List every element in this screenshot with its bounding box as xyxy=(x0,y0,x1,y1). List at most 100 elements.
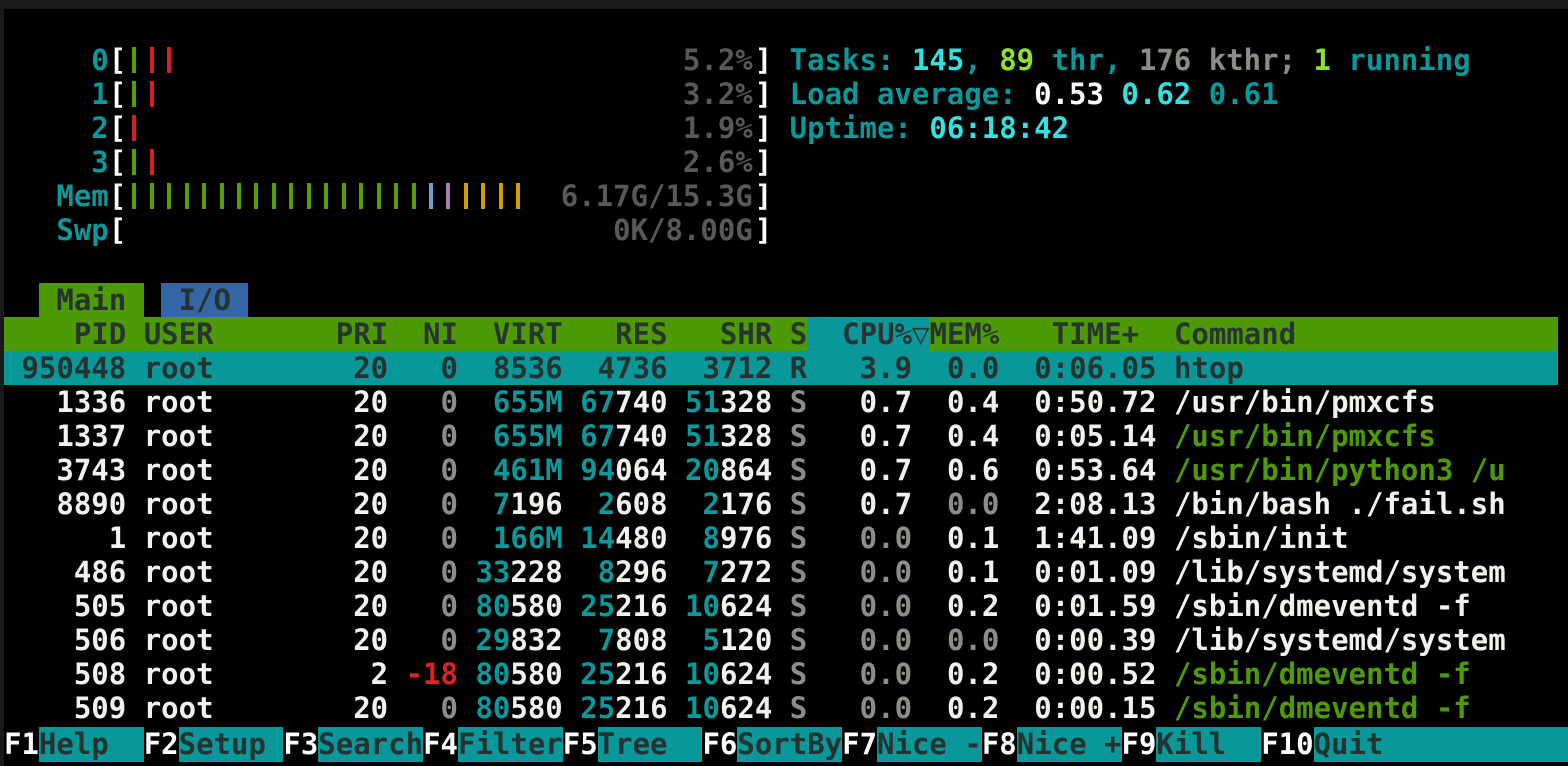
tab-gap xyxy=(144,283,161,317)
function-label-search[interactable]: Search xyxy=(318,727,423,762)
function-label-setup[interactable]: Setup xyxy=(179,727,284,762)
meter-bar-area: 2.6% xyxy=(126,145,755,179)
priority-cell: 20 xyxy=(318,351,388,385)
function-label-filter[interactable]: Filter xyxy=(458,727,563,762)
header-virt[interactable]: VIRT xyxy=(475,317,562,351)
function-key-f7[interactable]: F7 xyxy=(842,727,877,762)
meter-bar-area: 0K/8.00G xyxy=(126,213,755,247)
process-row[interactable]: 1337 root 20 0 655M 67740 51328 S 0.7 0.… xyxy=(4,419,1558,453)
virt-cell: 8 xyxy=(475,351,510,385)
priority-cell: 20 xyxy=(318,691,388,725)
virt-cell: 33 xyxy=(475,555,510,589)
meter-bar xyxy=(167,183,171,209)
function-key-f2[interactable]: F2 xyxy=(144,727,179,762)
meter-label: 2 xyxy=(4,111,109,145)
process-row[interactable]: 8890 root 20 0 7196 2608 2176 S 0.7 0.0 … xyxy=(4,487,1558,521)
function-key-f9[interactable]: F9 xyxy=(1122,727,1157,762)
tab-indent xyxy=(4,283,39,317)
function-label-quit[interactable]: Quit xyxy=(1314,727,1568,762)
time-cell: 2:08.13 xyxy=(999,487,1174,521)
priority-cell: 20 xyxy=(318,623,388,657)
mem-percent-cell: 0.0 xyxy=(930,351,1000,385)
process-row[interactable]: 509 root 20 0 80580 25216 10624 S 0.0 0.… xyxy=(4,691,1558,725)
time-cell: 0:53.64 xyxy=(999,453,1174,487)
command-cell: /usr/bin/python3 /u xyxy=(1174,453,1506,487)
function-key-f3[interactable]: F3 xyxy=(283,727,318,762)
meter-value: 5.2% xyxy=(683,43,753,77)
process-row[interactable]: 486 root 20 0 33228 8296 7272 S 0.0 0.1 … xyxy=(4,555,1558,589)
res-cell: 608 xyxy=(615,487,667,521)
function-label-tree[interactable]: Tree xyxy=(598,727,703,762)
header-pid[interactable]: PID xyxy=(4,317,126,351)
virt-cell: 536 xyxy=(510,351,562,385)
process-row[interactable]: 506 root 20 0 29832 7808 5120 S 0.0 0.0 … xyxy=(4,623,1558,657)
info-text: running xyxy=(1331,43,1471,77)
function-key-f6[interactable]: F6 xyxy=(702,727,737,762)
process-row[interactable]: 3743 root 20 0 461M 94064 20864 S 0.7 0.… xyxy=(4,453,1558,487)
header-cpu-sorted[interactable]: CPU%▽ xyxy=(807,317,929,351)
function-key-f5[interactable]: F5 xyxy=(563,727,598,762)
virt-cell: 80 xyxy=(475,657,510,691)
shr-cell: 20 xyxy=(685,453,720,487)
header-time[interactable]: TIME+ xyxy=(999,317,1139,351)
function-label-nice[interactable]: Nice - xyxy=(877,727,982,762)
state-cell: R xyxy=(790,351,807,385)
meter-value: 0K/8.00G xyxy=(613,213,753,247)
mem-percent-cell: 0.2 xyxy=(930,657,1000,691)
meter-bar xyxy=(220,183,224,209)
tab-main[interactable]: Main xyxy=(39,283,144,317)
state-cell: S xyxy=(790,385,807,419)
user-cell: root xyxy=(144,487,319,521)
process-row[interactable]: 1 root 20 0 166M 14480 8976 S 0.0 0.1 1:… xyxy=(4,521,1558,555)
command-cell: htop xyxy=(1174,351,1244,385)
shr-cell: 5 xyxy=(685,623,720,657)
header-command[interactable]: Command xyxy=(1174,317,1296,351)
priority-cell: 20 xyxy=(318,555,388,589)
priority-cell: 20 xyxy=(318,487,388,521)
process-row[interactable]: 508 root 2 -18 80580 25216 10624 S 0.0 0… xyxy=(4,657,1558,691)
meter-label: Mem xyxy=(4,179,109,213)
header-user[interactable]: USER xyxy=(144,317,319,351)
virt-cell: 228 xyxy=(510,555,562,589)
cpu-percent-cell: 0.0 xyxy=(807,623,912,657)
function-key-f4[interactable]: F4 xyxy=(423,727,458,762)
header-mem[interactable]: MEM% xyxy=(929,317,999,351)
function-key-f10[interactable]: F10 xyxy=(1261,727,1313,762)
header-ni[interactable]: NI xyxy=(388,317,458,351)
mem-percent-cell: 0.1 xyxy=(930,521,1000,555)
function-key-f1[interactable]: F1 xyxy=(4,727,39,762)
header-shr[interactable]: SHR xyxy=(685,317,772,351)
header-res[interactable]: RES xyxy=(580,317,667,351)
shr-cell: 2 xyxy=(685,487,720,521)
meter-bar xyxy=(446,183,450,209)
res-cell: 25 xyxy=(580,691,615,725)
process-row[interactable]: 950448 root 20 0 8536 4736 3712 R 3.9 0.… xyxy=(4,351,1558,385)
uptime-line: Uptime: 06:18:42 xyxy=(790,111,1471,145)
res-cell: 736 xyxy=(615,351,667,385)
meter-row-3: 3[2.6%] xyxy=(4,145,772,179)
pid-cell: 505 xyxy=(4,589,126,623)
virt-cell: 655M xyxy=(475,419,562,453)
time-cell: 0:06.05 xyxy=(999,351,1174,385)
virt-cell: 7 xyxy=(475,487,510,521)
info-text: 0.53 xyxy=(1034,77,1104,111)
process-row[interactable]: 505 root 20 0 80580 25216 10624 S 0.0 0.… xyxy=(4,589,1558,623)
mem-percent-cell: 0.0 xyxy=(930,623,1000,657)
command-cell: /usr/bin/pmxcfs xyxy=(1174,385,1436,419)
function-label-sortby[interactable]: SortBy xyxy=(737,727,842,762)
header-pri[interactable]: PRI xyxy=(318,317,388,351)
nice-cell: 0 xyxy=(388,623,458,657)
process-row[interactable]: 1336 root 20 0 655M 67740 51328 S 0.7 0.… xyxy=(4,385,1558,419)
user-cell: root xyxy=(144,555,319,589)
function-label-help[interactable]: Help xyxy=(39,727,144,762)
mem-percent-cell: 0.2 xyxy=(930,589,1000,623)
shr-cell: 272 xyxy=(720,555,772,589)
function-key-f8[interactable]: F8 xyxy=(982,727,1017,762)
function-label-nice[interactable]: Nice + xyxy=(1017,727,1122,762)
meter-row-swp: Swp[0K/8.00G] xyxy=(4,213,772,247)
header-state[interactable]: S xyxy=(790,317,807,351)
system-info-panel: Tasks: 145, 89 thr, 176 kthr; 1 runningL… xyxy=(790,43,1471,145)
meter-bar xyxy=(167,47,171,73)
tab-io[interactable]: I/O xyxy=(161,283,248,317)
function-label-kill[interactable]: Kill xyxy=(1156,727,1261,762)
